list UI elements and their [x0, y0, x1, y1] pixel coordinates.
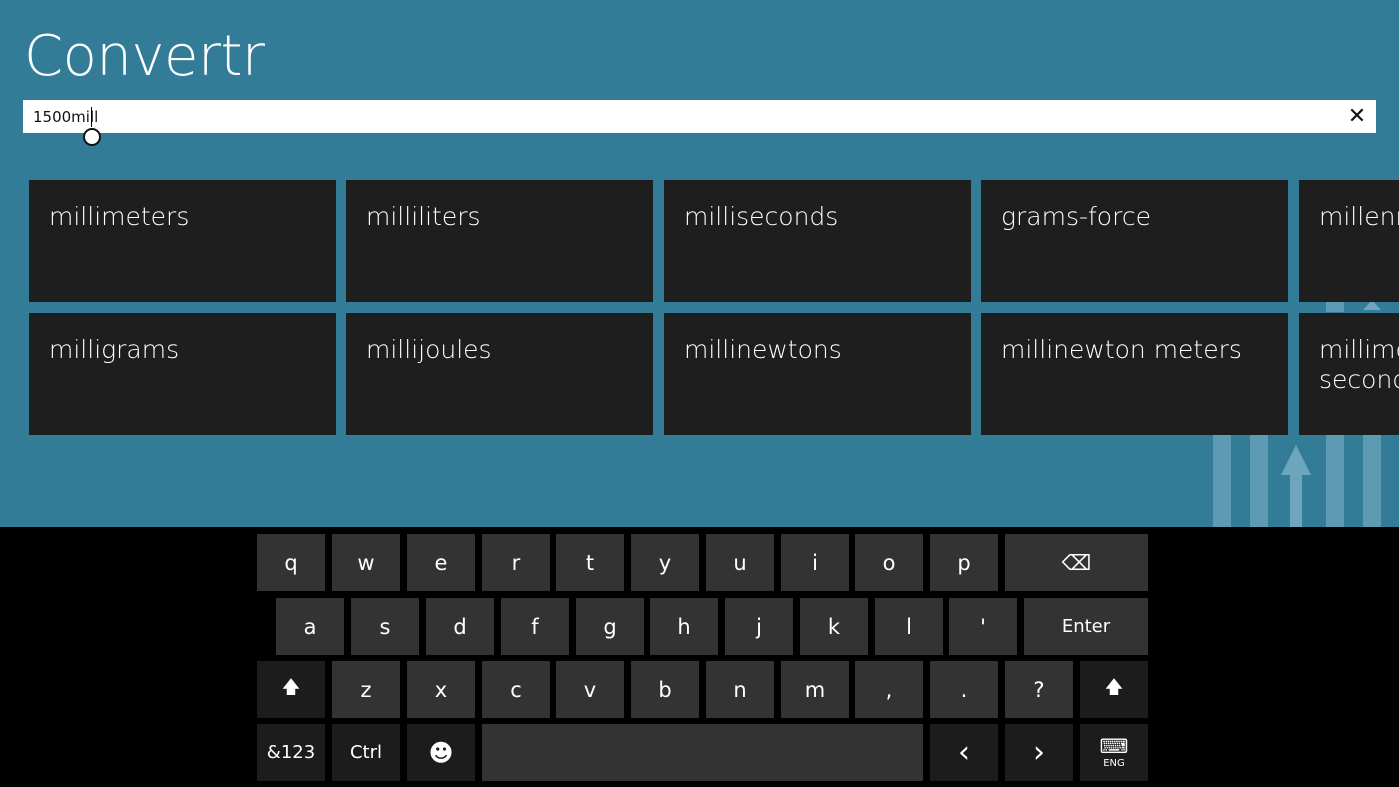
caret-handle[interactable] [83, 128, 101, 146]
key-apostrophe[interactable]: ' [949, 598, 1017, 655]
text-caret [91, 107, 92, 127]
key-comma[interactable]: , [855, 661, 923, 718]
tile-label: grams-force [1001, 202, 1151, 231]
key-o[interactable]: o [855, 534, 923, 591]
key-c[interactable]: c [482, 661, 550, 718]
key-d[interactable]: d [426, 598, 494, 655]
shift-key-right[interactable]: 🡅 [1080, 661, 1148, 718]
keyboard-icon: ⌨ [1099, 734, 1129, 758]
tile-label: milligrams [49, 335, 180, 364]
key-n[interactable]: n [706, 661, 774, 718]
key-f[interactable]: f [501, 598, 569, 655]
tile-label: millimeters per second [1319, 335, 1399, 394]
tile-label: milliseconds [684, 202, 839, 231]
tile-label: millinewton meters [1001, 335, 1242, 364]
symbols-key[interactable]: &123 [257, 724, 325, 781]
backspace-icon: ⌫ [1061, 550, 1092, 575]
left-arrow-key[interactable]: ‹ [930, 724, 998, 781]
shift-icon: 🡅 [281, 676, 301, 698]
backspace-key[interactable]: ⌫ [1005, 534, 1148, 591]
key-s[interactable]: s [351, 598, 419, 655]
suggestion-tile[interactable]: millimeters [29, 180, 336, 302]
shift-key-left[interactable]: 🡅 [257, 661, 325, 718]
suggestion-tile[interactable]: millinewtons [664, 313, 971, 435]
emoji-icon: ☻ [428, 738, 454, 767]
key-p[interactable]: p [930, 534, 998, 591]
key-v[interactable]: v [556, 661, 624, 718]
keyboard-layout-key[interactable]: ⌨ ENG [1080, 724, 1148, 781]
key-u[interactable]: u [706, 534, 774, 591]
search-input[interactable] [23, 100, 1333, 133]
suggestion-tile[interactable]: grams-force [981, 180, 1288, 302]
suggestion-tile[interactable]: millennia [1299, 180, 1399, 302]
key-z[interactable]: z [332, 661, 400, 718]
key-l[interactable]: l [875, 598, 943, 655]
key-y[interactable]: y [631, 534, 699, 591]
touch-keyboard: q w e r t y u i o p ⌫ a s d f g h j k l … [0, 527, 1399, 787]
chevron-right-icon: › [1033, 735, 1045, 770]
tile-label: milliliters [366, 202, 481, 231]
key-k[interactable]: k [800, 598, 868, 655]
suggestion-tile[interactable]: millimeters per second [1299, 313, 1399, 435]
shift-icon: 🡅 [1104, 676, 1124, 698]
key-e[interactable]: e [407, 534, 475, 591]
suggestion-tile[interactable]: milliseconds [664, 180, 971, 302]
suggestion-tile[interactable]: millijoules [346, 313, 653, 435]
close-icon[interactable]: ✕ [1344, 103, 1370, 129]
key-m[interactable]: m [781, 661, 849, 718]
key-t[interactable]: t [556, 534, 624, 591]
suggestion-tile[interactable]: milliliters [346, 180, 653, 302]
suggestion-tile[interactable]: milligrams [29, 313, 336, 435]
key-w[interactable]: w [332, 534, 400, 591]
key-r[interactable]: r [482, 534, 550, 591]
key-x[interactable]: x [407, 661, 475, 718]
suggestion-tile[interactable]: millinewton meters [981, 313, 1288, 435]
tile-label: millennia [1319, 202, 1399, 231]
app-title: Convertr [24, 24, 265, 89]
key-period[interactable]: . [930, 661, 998, 718]
key-question[interactable]: ? [1005, 661, 1073, 718]
ctrl-key[interactable]: Ctrl [332, 724, 400, 781]
key-i[interactable]: i [781, 534, 849, 591]
space-key[interactable] [482, 724, 923, 781]
tile-label: millijoules [366, 335, 492, 364]
enter-key[interactable]: Enter [1024, 598, 1148, 655]
key-g[interactable]: g [576, 598, 644, 655]
key-h[interactable]: h [650, 598, 718, 655]
key-q[interactable]: q [257, 534, 325, 591]
language-label: ENG [1103, 758, 1125, 769]
key-b[interactable]: b [631, 661, 699, 718]
right-arrow-key[interactable]: › [1005, 724, 1073, 781]
emoji-key[interactable]: ☻ [407, 724, 475, 781]
chevron-left-icon: ‹ [958, 735, 970, 770]
app-window: Convertr ✕ millimeters milliliters milli… [0, 0, 1399, 527]
key-a[interactable]: a [276, 598, 344, 655]
search-box[interactable]: ✕ [23, 100, 1376, 133]
key-j[interactable]: j [725, 598, 793, 655]
tile-label: millinewtons [684, 335, 842, 364]
tile-label: millimeters [49, 202, 190, 231]
